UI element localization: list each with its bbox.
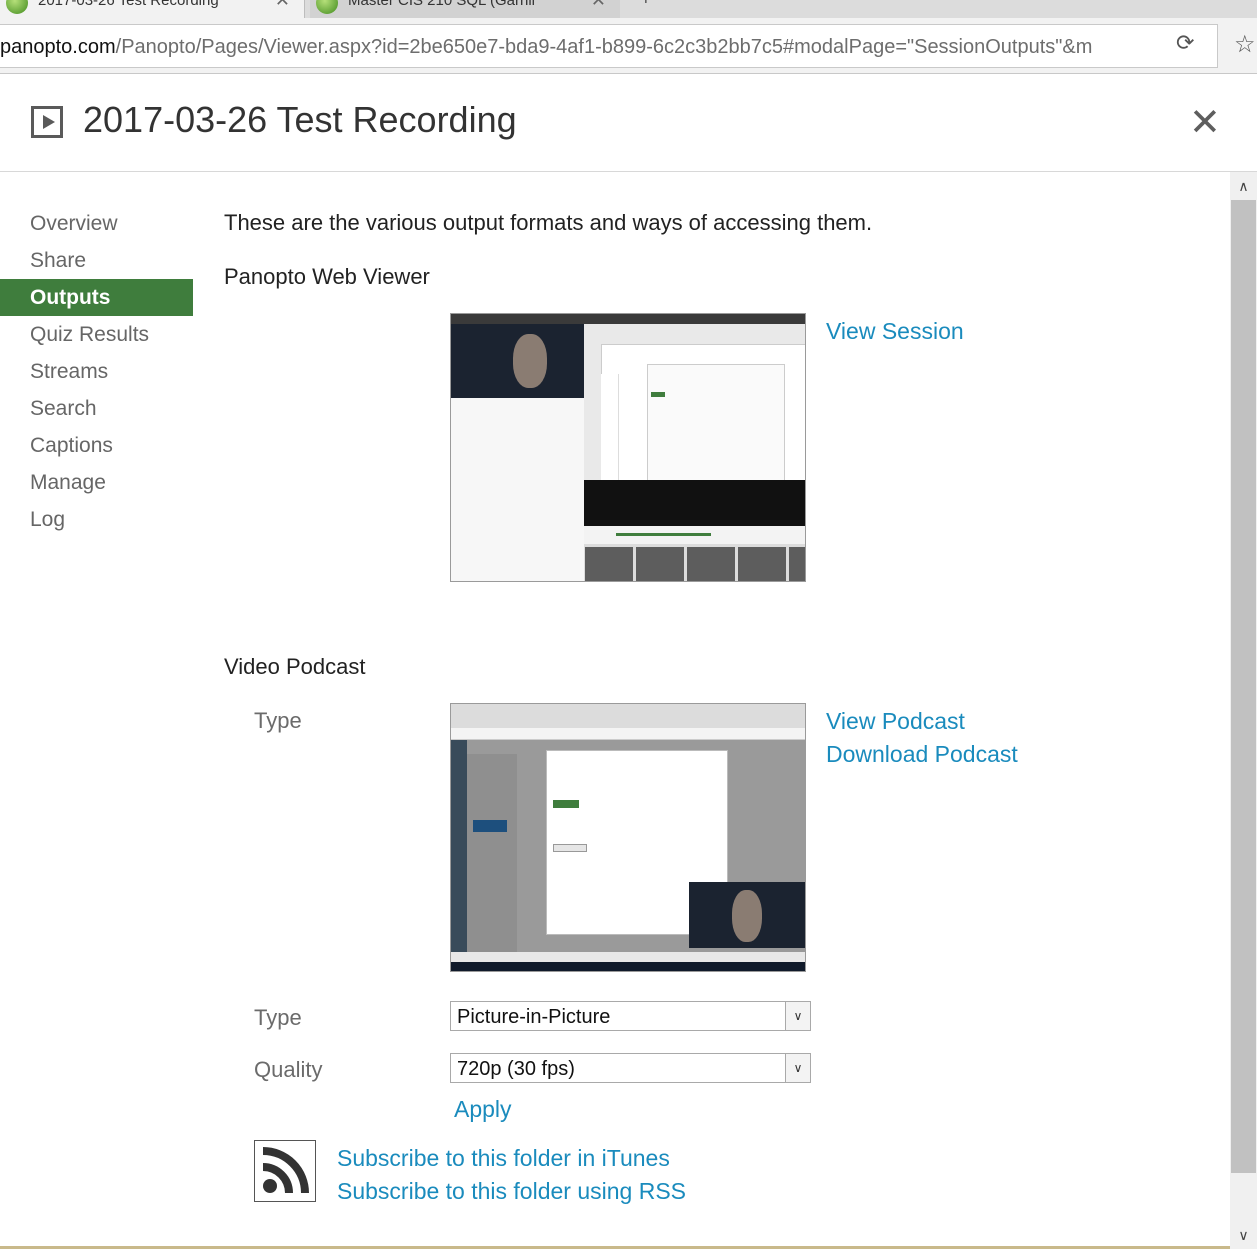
browser-tab-strip: 2017-03-26 Test Recording ✕ Master CIS 2… [0,0,1257,18]
sidebar-item-overview[interactable]: Overview [0,205,193,242]
chevron-down-icon[interactable]: ∨ [785,1054,810,1082]
subscribe-rss-link[interactable]: Subscribe to this folder using RSS [337,1176,686,1206]
type-select[interactable]: Picture-in-Picture ∨ [450,1001,811,1031]
quality-select-label: Quality [254,1057,323,1082]
url-host: panopto.com [0,36,116,58]
rss-icon [254,1140,316,1202]
type-select-value: Picture-in-Picture [457,1006,611,1028]
sidebar-nav: Overview Share Outputs Quiz Results Stre… [0,205,193,538]
browser-tab-active[interactable]: 2017-03-26 Test Recording ✕ [0,0,305,18]
view-session-link[interactable]: View Session [826,316,964,346]
subscribe-itunes-link[interactable]: Subscribe to this folder in iTunes [337,1143,670,1173]
rss-glyph [262,1147,309,1194]
bookmark-star-icon[interactable]: ☆ [1234,30,1256,59]
play-icon [31,106,63,138]
page-title: 2017-03-26 Test Recording [83,99,517,140]
reload-icon[interactable]: ⟳ [1176,30,1194,56]
web-viewer-thumbnail[interactable] [450,313,806,582]
sidebar-item-search[interactable]: Search [0,390,193,427]
tab-close-icon[interactable]: ✕ [275,0,290,11]
scrollbar-thumb[interactable] [1231,200,1256,1173]
video-podcast-heading: Video Podcast [224,654,366,679]
sidebar-item-share[interactable]: Share [0,242,193,279]
url-path: /Panopto/Pages/Viewer.aspx?id=2be650e7-b… [115,36,1093,58]
canvas-favicon-icon [316,0,338,14]
video-podcast-thumbnail[interactable] [450,703,806,972]
sidebar-item-manage[interactable]: Manage [0,464,193,501]
view-podcast-link[interactable]: View Podcast [826,706,965,736]
web-viewer-heading: Panopto Web Viewer [224,264,430,289]
browser-tab-title: Master CIS 210 SQL (Garnil [348,0,536,9]
url-field[interactable]: panopto.com/Panopto/Pages/Viewer.aspx?id… [0,24,1218,68]
intro-text: These are the various output formats and… [224,210,873,235]
sidebar-item-quiz-results[interactable]: Quiz Results [0,316,193,353]
sidebar-item-log[interactable]: Log [0,501,193,538]
browser-tab-inactive[interactable]: Master CIS 210 SQL (Garnil ✕ [310,0,620,18]
modal-header: 2017-03-26 Test Recording ✕ [0,75,1257,172]
browser-tab-title: 2017-03-26 Test Recording [38,0,219,9]
scroll-down-icon[interactable]: ∨ [1230,1221,1257,1249]
quality-select-value: 720p (30 fps) [457,1058,575,1080]
podcast-type-label: Type [254,708,302,733]
panopto-favicon-icon [6,0,28,14]
address-bar: panopto.com/Panopto/Pages/Viewer.aspx?id… [0,18,1257,74]
new-tab-button[interactable]: + [640,0,652,11]
url-text: panopto.com/Panopto/Pages/Viewer.aspx?id… [0,36,1130,58]
scroll-up-icon[interactable]: ∧ [1230,172,1257,200]
scrollbar[interactable]: ∧ ∨ [1230,172,1257,1249]
close-button[interactable]: ✕ [1189,103,1221,143]
sidebar-item-streams[interactable]: Streams [0,353,193,390]
tab-close-icon[interactable]: ✕ [591,0,606,11]
quality-select[interactable]: 720p (30 fps) ∨ [450,1053,811,1083]
apply-button[interactable]: Apply [454,1094,512,1124]
download-podcast-link[interactable]: Download Podcast [826,739,1018,769]
sidebar-item-outputs[interactable]: Outputs [0,279,193,316]
type-select-label: Type [254,1005,302,1030]
sidebar-item-captions[interactable]: Captions [0,427,193,464]
chevron-down-icon[interactable]: ∨ [785,1002,810,1030]
